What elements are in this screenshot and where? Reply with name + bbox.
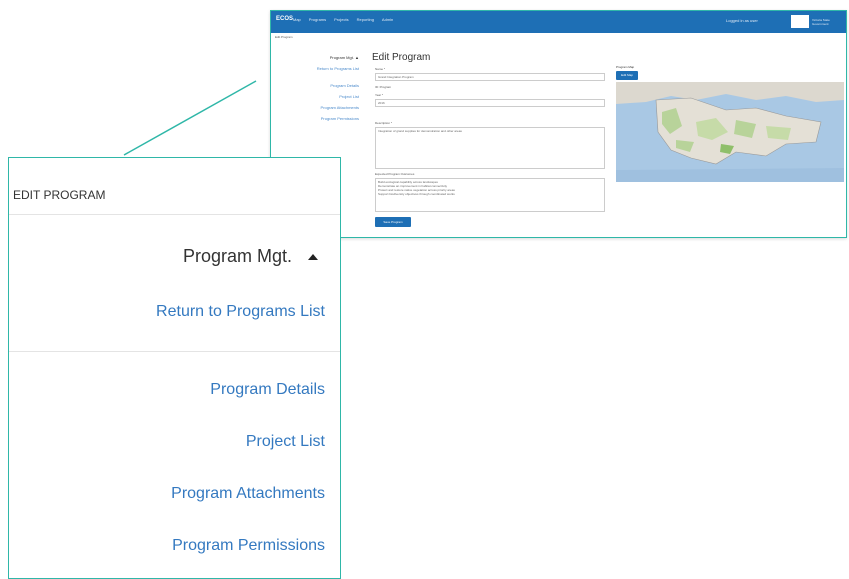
- sidebar-return-link[interactable]: Return to Programs List: [286, 66, 359, 71]
- top-navbar: ECOS Map Programs Projects Reporting Adm…: [271, 11, 846, 33]
- description-label: Description *: [375, 121, 393, 125]
- edit-program-panel: EDIT PROGRAM Program Mgt. Return to Prog…: [8, 157, 341, 579]
- project-list-link[interactable]: Project List: [246, 433, 325, 451]
- victoria-logo-text: Victoria State Government: [812, 17, 830, 26]
- map-graphic: [616, 82, 844, 182]
- app-screenshot: ECOS Map Programs Projects Reporting Adm…: [270, 10, 847, 238]
- page-title: Edit Program: [372, 52, 431, 63]
- name-label: Name *: [375, 67, 386, 71]
- name-field[interactable]: Grand Integration Program: [375, 73, 605, 81]
- map-title: Program Map: [616, 65, 635, 69]
- program-mgt-title: Program Mgt.: [182, 246, 292, 266]
- victoria-logo-mark: [791, 15, 809, 28]
- sidebar-item-project-list[interactable]: Project List: [286, 94, 359, 99]
- victoria-logo: Victoria State Government: [791, 15, 840, 28]
- caret-up-icon: [308, 253, 318, 260]
- nav-admin[interactable]: Admin: [382, 17, 393, 22]
- sidebar-item-program-attachments[interactable]: Program Attachments: [286, 105, 359, 110]
- sidebar-item-program-details[interactable]: Program Details: [286, 83, 359, 88]
- program-map[interactable]: [616, 82, 844, 182]
- brand-logo[interactable]: ECOS: [276, 16, 293, 22]
- program-attachments-link[interactable]: Program Attachments: [171, 485, 325, 503]
- breadcrumb[interactable]: Edit Program: [275, 35, 293, 39]
- sidebar-item-program-permissions[interactable]: Program Permissions: [286, 116, 359, 121]
- nav-projects[interactable]: Projects: [334, 17, 348, 22]
- user-menu[interactable]: Logged in as user: [726, 18, 758, 23]
- panel-header: EDIT PROGRAM: [9, 158, 340, 215]
- edit-map-button[interactable]: Edit Map: [616, 71, 638, 80]
- nav-map[interactable]: Map: [293, 17, 301, 22]
- nav-reporting[interactable]: Reporting: [357, 17, 374, 22]
- program-permissions-link[interactable]: Program Permissions: [172, 537, 325, 555]
- outcomes-field[interactable]: Build ecological capability across lands…: [375, 178, 605, 212]
- divider: [9, 351, 340, 352]
- year-label: Year *: [375, 93, 384, 97]
- screenshot-sidebar: Program Mgt. ▲ Return to Programs List P…: [286, 55, 359, 127]
- year-field[interactable]: 2016: [375, 99, 605, 107]
- program-mgt-toggle[interactable]: Program Mgt.: [183, 246, 318, 267]
- nav-programs[interactable]: Programs: [309, 17, 326, 22]
- outcomes-label: Expected Program Outcomes: [375, 172, 415, 176]
- description-field[interactable]: Integration of grand supplies for demons…: [375, 127, 605, 169]
- id-label: ID: Program: [375, 85, 392, 89]
- program-details-link[interactable]: Program Details: [210, 381, 325, 399]
- panel-title: EDIT PROGRAM: [13, 188, 106, 202]
- outcome-line: Support biodiversity objectives through …: [378, 192, 455, 196]
- main-nav: Map Programs Projects Reporting Admin: [293, 17, 393, 22]
- save-program-button[interactable]: Save Program: [375, 217, 411, 227]
- sidebar-title[interactable]: Program Mgt. ▲: [286, 55, 359, 60]
- return-to-programs-link[interactable]: Return to Programs List: [156, 303, 325, 321]
